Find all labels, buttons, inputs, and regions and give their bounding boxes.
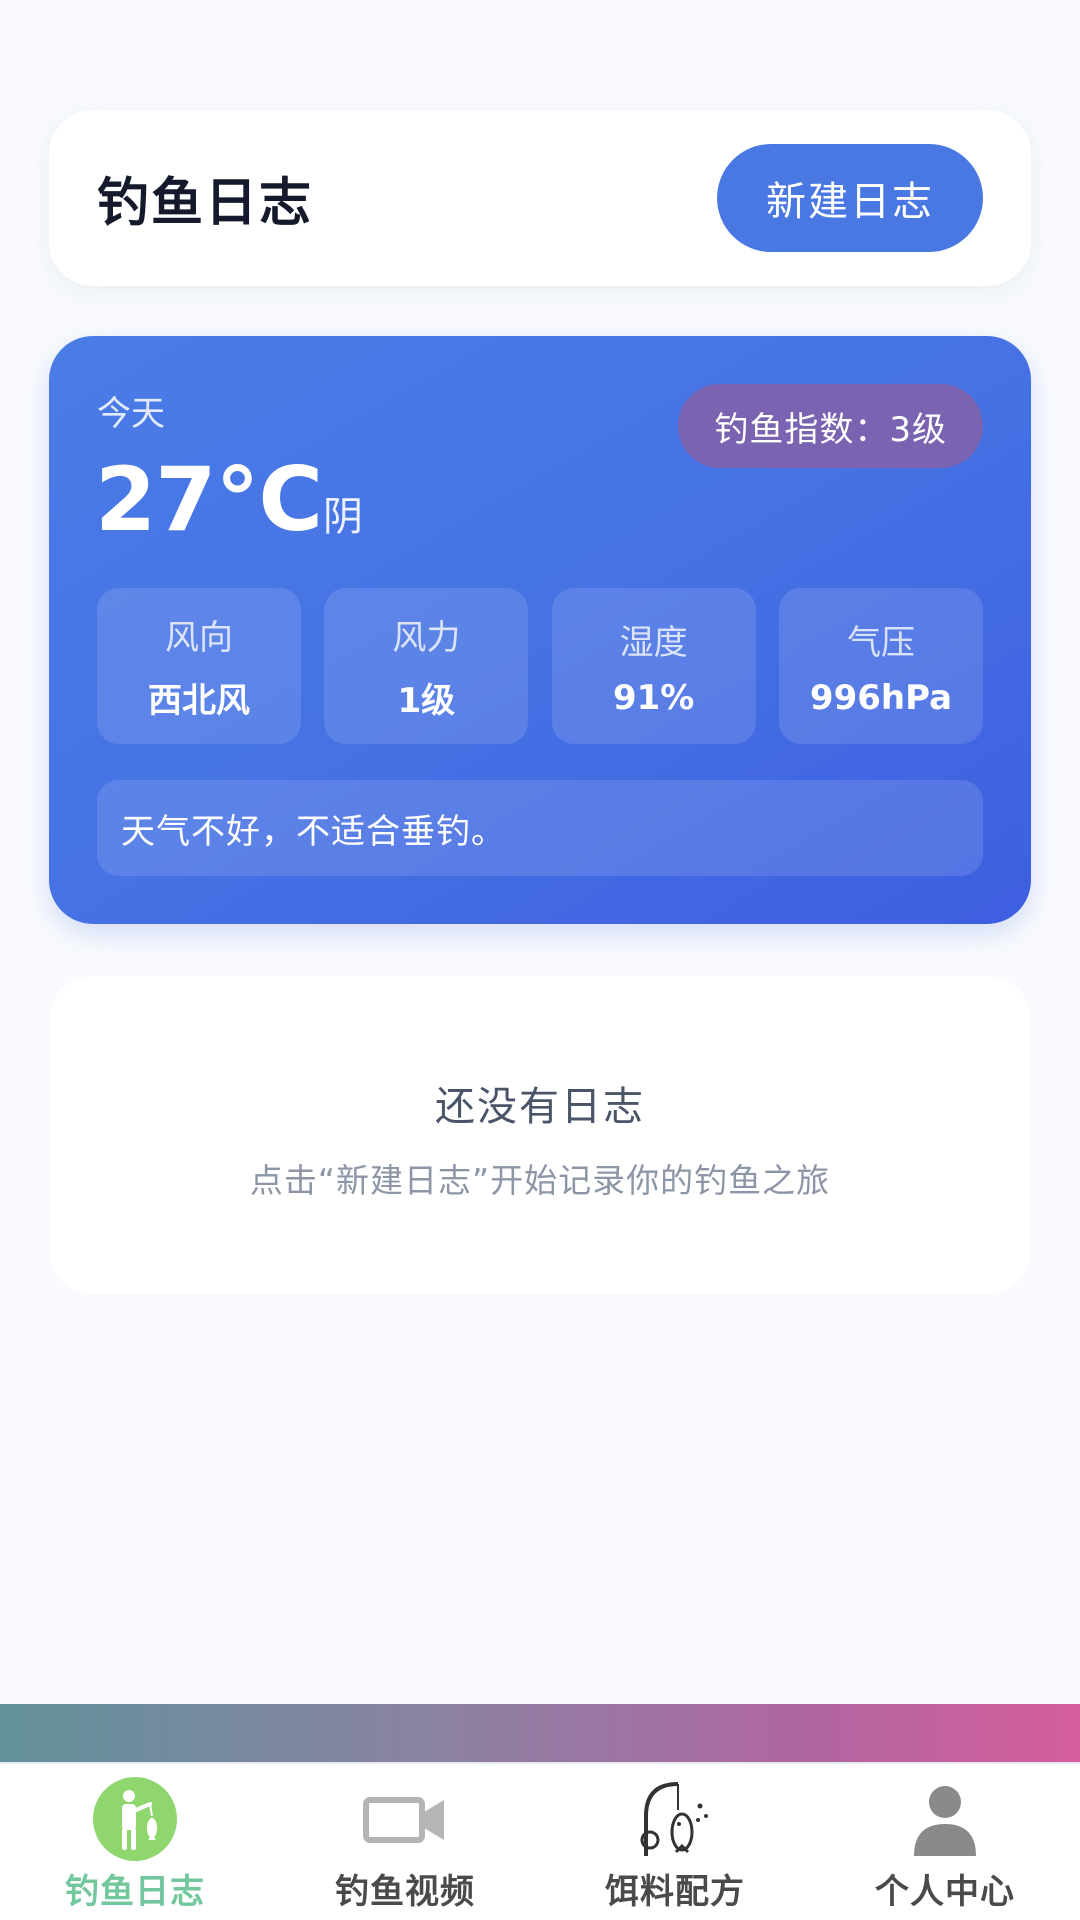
tab-label: 钓鱼日志	[65, 1872, 205, 1912]
stat-label: 湿度	[619, 622, 688, 663]
bottom-tab-bar: 钓鱼日志 钓鱼视频 饵料配方 个人中心	[0, 1762, 1080, 1920]
new-log-button[interactable]: 新建日志	[717, 144, 983, 252]
tab-label: 个人中心	[875, 1872, 1015, 1912]
stat-pressure: 气压 996hPa	[778, 588, 983, 744]
gradient-divider	[0, 1704, 1080, 1762]
temperature: 27°C	[95, 448, 323, 551]
stat-value: 1级	[397, 681, 456, 721]
today-label: 今天	[97, 394, 165, 434]
header-card: 钓鱼日志 新建日志	[49, 110, 1031, 286]
fishing-advice: 天气不好，不适合垂钓。	[97, 780, 983, 876]
user-icon	[902, 1776, 988, 1862]
fisherman-icon	[92, 1776, 178, 1862]
stat-humidity: 湿度 91%	[551, 588, 756, 744]
app-screen: 钓鱼日志 新建日志 今天 27°C 阴 钓鱼指数：3级 风向 西北风 风力 1级…	[0, 0, 1080, 1920]
empty-log-card: 还没有日志 点击“新建日志”开始记录你的钓鱼之旅	[49, 976, 1031, 1294]
stat-label: 风力	[392, 618, 461, 658]
weather-stats: 风向 西北风 风力 1级 湿度 91% 气压 996hPa	[97, 588, 983, 744]
page-title: 钓鱼日志	[97, 173, 314, 234]
tab-profile[interactable]: 个人中心	[810, 1764, 1080, 1920]
tab-fishing-log[interactable]: 钓鱼日志	[0, 1764, 270, 1920]
tab-label: 钓鱼视频	[335, 1872, 475, 1912]
empty-state-subtitle: 点击“新建日志”开始记录你的钓鱼之旅	[249, 1161, 831, 1200]
video-camera-icon	[362, 1776, 448, 1862]
empty-state-title: 还没有日志	[435, 1084, 645, 1130]
tab-fishing-video[interactable]: 钓鱼视频	[270, 1764, 540, 1920]
fishing-reel-fish-icon	[632, 1776, 718, 1862]
stat-wind-direction: 风向 西北风	[97, 588, 301, 744]
tab-label: 饵料配方	[605, 1872, 745, 1912]
stat-label: 风向	[165, 618, 233, 658]
stat-wind-force: 风力 1级	[324, 588, 529, 744]
weather-card: 今天 27°C 阴 钓鱼指数：3级 风向 西北风 风力 1级 湿度 91% 气压…	[49, 336, 1031, 924]
stat-value: 996hPa	[809, 677, 953, 718]
weather-condition: 阴	[323, 494, 363, 540]
stat-value: 西北风	[148, 681, 250, 721]
stat-label: 气压	[846, 622, 915, 663]
tab-bait-recipes[interactable]: 饵料配方	[540, 1764, 810, 1920]
stat-value: 91%	[612, 677, 695, 718]
fishing-index-badge: 钓鱼指数：3级	[678, 384, 983, 468]
